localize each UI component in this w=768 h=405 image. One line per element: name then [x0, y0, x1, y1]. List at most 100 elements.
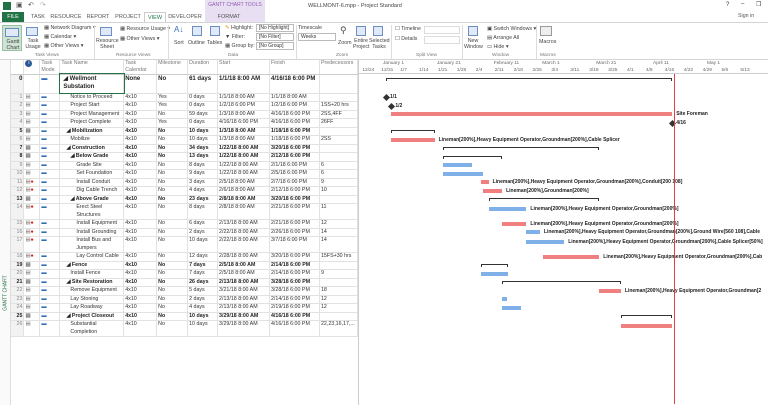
duration-cell[interactable]: 13 days: [187, 152, 219, 162]
restore-button[interactable]: ❐: [756, 1, 761, 8]
start-cell[interactable]: 1/22/18 8:00 AM: [217, 144, 270, 153]
resource-sheet-button[interactable]: Resource Sheet: [96, 25, 119, 51]
column-header-duration[interactable]: Duration: [187, 60, 219, 75]
start-cell[interactable]: 1/22/18 8:00 AM: [217, 152, 270, 162]
task-calendar-cell[interactable]: 4x10: [123, 169, 158, 179]
duration-cell[interactable]: 8 days: [187, 203, 219, 220]
table-row[interactable]: 18 ▤● ▬ Lay Control Cable 4x10 No 12 days 2/28/…: [11, 252, 358, 262]
predecessors-cell[interactable]: 14: [319, 236, 358, 253]
start-cell[interactable]: 3/29/18 8:00 AM: [217, 320, 270, 337]
start-cell[interactable]: 2/13/18 8:00 AM: [217, 219, 270, 229]
start-cell[interactable]: 2/13/18 8:00 AM: [217, 303, 270, 313]
table-row[interactable]: 6 ▤ ▬ Mobilize 4x10 No 10 days 1/3/18 8:00 AM 1/…: [11, 135, 358, 145]
milestone-cell[interactable]: No: [156, 312, 189, 321]
table-row[interactable]: 11 ▤● ▬ Install Conduit 4x10 No 3 days 2/5/18 8…: [11, 178, 358, 187]
duration-cell[interactable]: 59 days: [187, 110, 219, 119]
milestone-cell[interactable]: No: [156, 261, 189, 270]
milestone-cell[interactable]: No: [156, 169, 189, 179]
critical-task-bar[interactable]: [391, 112, 673, 117]
row-number[interactable]: 10: [11, 169, 25, 179]
finish-cell[interactable]: 2/7/18 6:00 PM: [269, 178, 320, 187]
table-row[interactable]: 20 ▤ ▬ Install Fence 4x10 No 7 days 2/5/18 8:00…: [11, 269, 358, 279]
milestone-cell[interactable]: No: [156, 295, 189, 304]
gantt-chart-button[interactable]: Gantt Chart: [2, 25, 22, 51]
duration-cell[interactable]: 2 days: [187, 295, 219, 304]
row-number[interactable]: 9: [11, 161, 25, 170]
predecessors-cell[interactable]: 12: [319, 219, 358, 229]
task-name-cell[interactable]: Lay Stoning: [59, 295, 125, 304]
tab-resource[interactable]: RESOURCE: [50, 12, 82, 22]
milestone-cell[interactable]: No: [156, 195, 189, 204]
task-calendar-cell[interactable]: 4x10: [123, 93, 158, 102]
task-name-cell[interactable]: Substantial Completion: [59, 320, 125, 337]
table-row[interactable]: 9 ▤ ▬ Grade Site 4x10 No 8 days 1/22/18 8:00 AM…: [11, 161, 358, 170]
filter-select[interactable]: [No Filter]: [256, 33, 294, 41]
row-number[interactable]: 26: [11, 320, 25, 337]
start-cell[interactable]: 2/22/18 8:00 AM: [217, 228, 270, 237]
task-name-cell[interactable]: Remove Equipment: [59, 286, 125, 296]
minimize-button[interactable]: –: [741, 1, 744, 7]
milestone-cell[interactable]: No: [156, 74, 189, 94]
tab-format[interactable]: FORMAT: [215, 12, 243, 22]
summary-bar[interactable]: [480, 264, 508, 268]
new-window-button[interactable]: New Window: [464, 38, 483, 50]
row-number[interactable]: 3: [11, 110, 25, 119]
calendar-button[interactable]: ▦ Calendar ▾: [44, 34, 76, 40]
duration-cell[interactable]: 0 days: [187, 118, 219, 128]
selected-tasks-button[interactable]: Selected Tasks: [369, 38, 390, 50]
duration-cell[interactable]: 61 days: [187, 74, 219, 94]
critical-task-bar[interactable]: [483, 188, 503, 193]
milestone-cell[interactable]: No: [156, 278, 189, 287]
start-cell[interactable]: 1/1/18 8:00 AM: [217, 74, 270, 94]
column-header-start[interactable]: Start: [217, 60, 270, 75]
task-calendar-cell[interactable]: 4x10: [123, 320, 158, 337]
predecessors-cell[interactable]: 18: [319, 286, 358, 296]
duration-cell[interactable]: 26 days: [187, 278, 219, 287]
duration-cell[interactable]: 3 days: [187, 178, 219, 187]
task-name-cell[interactable]: Notice to Proceed: [59, 93, 125, 102]
milestone-cell[interactable]: Yes: [156, 93, 189, 102]
start-cell[interactable]: 1/22/18 8:00 AM: [217, 161, 270, 170]
predecessors-cell[interactable]: [319, 93, 358, 102]
finish-cell[interactable]: 3/20/18 6:00 PM: [269, 252, 320, 262]
predecessors-cell[interactable]: 9: [319, 178, 358, 187]
task-calendar-cell[interactable]: 4x10: [123, 286, 158, 296]
network-diagram-button[interactable]: ▦ Network Diagram ▾: [44, 25, 96, 31]
milestone-cell[interactable]: No: [156, 203, 189, 220]
summary-bar[interactable]: [442, 147, 600, 151]
task-name-cell[interactable]: Project Management: [59, 110, 125, 119]
details-view-select[interactable]: [424, 36, 460, 44]
task-name-cell[interactable]: Install Fence: [59, 269, 125, 279]
row-number[interactable]: 18: [11, 252, 25, 262]
finish-cell[interactable]: 1/18/18 6:00 PM: [269, 135, 320, 145]
sort-button[interactable]: Sort: [174, 40, 184, 46]
row-number[interactable]: 19: [11, 261, 25, 270]
milestone-cell[interactable]: No: [156, 252, 189, 262]
sign-in-link[interactable]: Sign in: [738, 13, 754, 19]
duration-cell[interactable]: 4 days: [187, 303, 219, 313]
zoom-button[interactable]: Zoom: [338, 40, 352, 46]
task-name-cell[interactable]: Install Grounding: [59, 228, 125, 237]
row-number[interactable]: 15: [11, 219, 25, 229]
row-number[interactable]: 16: [11, 228, 25, 237]
summary-bar[interactable]: [391, 130, 435, 134]
duration-cell[interactable]: 7 days: [187, 261, 219, 270]
milestone-cell[interactable]: Yes: [156, 101, 189, 111]
table-row[interactable]: 13 ▤ ▬ ◢ Above Grade 4x10 No 23 days 2/8/18 8:0…: [11, 195, 358, 204]
summary-bar[interactable]: [488, 198, 600, 202]
table-row[interactable]: 1 ▤ ▬ Notice to Proceed 4x10 Yes 0 days 1/1/18 …: [11, 93, 358, 102]
duration-cell[interactable]: 9 days: [187, 169, 219, 179]
predecessors-cell[interactable]: 2SS: [319, 135, 358, 145]
task-name-cell[interactable]: ◢ Construction: [59, 144, 125, 153]
details-checkbox[interactable]: ☐ Details: [395, 36, 417, 42]
column-header-task-calendar[interactable]: Task Calendar: [123, 60, 158, 75]
table-row[interactable]: 7 ▤ ▬ ◢ Construction 4x10 No 34 days 1/22/18 8:…: [11, 144, 358, 153]
select-all-corner[interactable]: [11, 60, 25, 75]
milestone-cell[interactable]: No: [156, 219, 189, 229]
table-row[interactable]: 15 ▤● ▬ Install Equipment 4x10 No 6 days 2/13/1…: [11, 219, 358, 229]
duration-cell[interactable]: 4 days: [187, 186, 219, 196]
predecessors-cell[interactable]: 1SS+20 hrs: [319, 101, 358, 111]
finish-cell[interactable]: 4/16/18 6:00 PM: [269, 74, 320, 94]
duration-cell[interactable]: 10 days: [187, 135, 219, 145]
predecessors-cell[interactable]: 26FF: [319, 118, 358, 128]
